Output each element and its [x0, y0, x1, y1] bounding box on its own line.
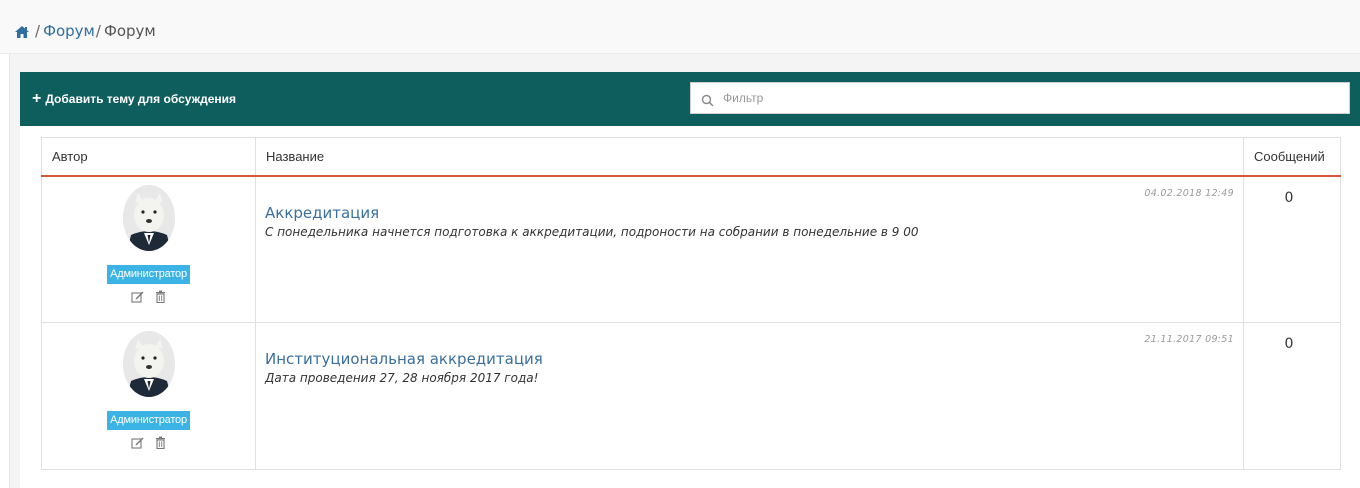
- topic-timestamp: 21.11.2017 09:51: [1144, 334, 1234, 345]
- role-badge: Администратор: [107, 411, 190, 430]
- topic-cell: 04.02.2018 12:49 Аккредитация С понедель…: [255, 175, 1244, 323]
- author-cell: Администратор: [41, 175, 256, 323]
- table-row: Администратор: [41, 175, 1341, 323]
- edit-icon[interactable]: [130, 290, 144, 303]
- topics-table: Автор Название Сообщений Администратор 0…: [41, 137, 1341, 470]
- home-icon[interactable]: [14, 24, 30, 38]
- row-actions: [42, 290, 255, 303]
- filter-input[interactable]: [723, 91, 1323, 105]
- topic-timestamp: 04.02.2018 12:49: [1144, 187, 1234, 199]
- row-actions: [42, 436, 255, 450]
- avatar: [122, 184, 175, 251]
- author-cell: Администратор: [41, 322, 256, 470]
- breadcrumb-separator: /: [95, 22, 101, 40]
- trash-icon[interactable]: [154, 290, 167, 303]
- avatar: [122, 331, 175, 397]
- trash-icon[interactable]: [154, 436, 167, 450]
- column-header-title[interactable]: Название: [255, 137, 1244, 177]
- role-badge: Администратор: [107, 264, 190, 284]
- topic-description: Дата проведения 27, 28 ноября 2017 года!: [265, 371, 539, 385]
- filter-field[interactable]: [690, 82, 1350, 114]
- edit-icon[interactable]: [130, 436, 144, 449]
- top-bar: / Форум / Форум: [0, 0, 1360, 54]
- message-count: 0: [1243, 322, 1341, 470]
- column-header-author[interactable]: Автор: [41, 137, 256, 177]
- search-icon: [701, 92, 714, 107]
- forum-toolbar: + Добавить тему для обсуждения: [20, 72, 1360, 126]
- breadcrumb-separator: /: [35, 22, 41, 40]
- breadcrumb-forum-link[interactable]: Форум: [43, 21, 95, 41]
- message-count: 0: [1243, 175, 1341, 323]
- add-topic-button[interactable]: + Добавить тему для обсуждения: [32, 90, 236, 108]
- topic-title-link[interactable]: Институциональная аккредитация: [265, 350, 1234, 368]
- topic-description: С понедельника начнется подготовка к акк…: [265, 224, 919, 239]
- table-header-row: Автор Название Сообщений: [41, 137, 1341, 177]
- plus-icon: +: [32, 90, 42, 107]
- topic-cell: 21.11.2017 09:51 Институциональная аккре…: [255, 322, 1244, 470]
- topic-title-link[interactable]: Аккредитация: [265, 204, 1234, 222]
- breadcrumb: / Форум / Форум: [14, 21, 156, 41]
- column-header-messages[interactable]: Сообщений: [1243, 137, 1341, 177]
- breadcrumb-current: Форум: [103, 22, 156, 40]
- add-topic-label: Добавить тему для обсуждения: [45, 92, 236, 106]
- table-row: Администратор: [41, 322, 1341, 470]
